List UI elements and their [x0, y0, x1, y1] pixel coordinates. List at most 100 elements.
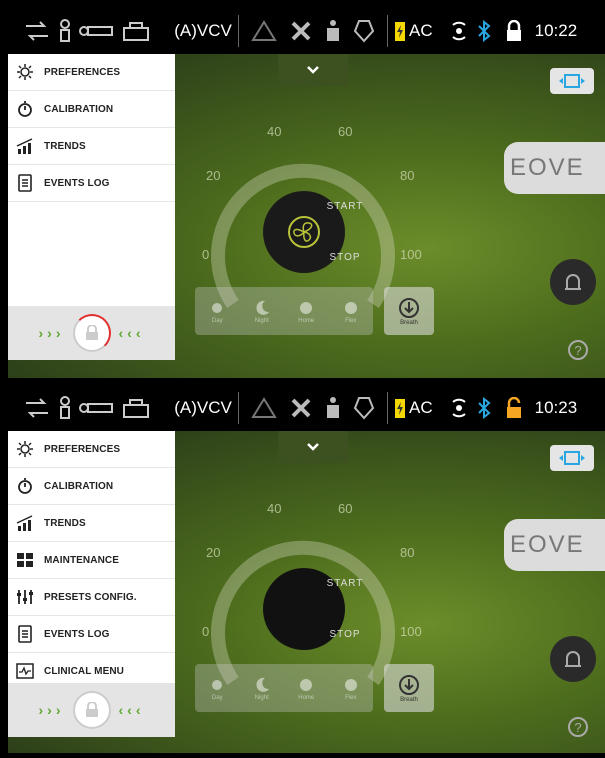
gear-icon [300, 302, 313, 314]
preset-home-button[interactable]: Home [287, 291, 325, 331]
sun-icon [16, 440, 34, 458]
menu-empty-area [8, 202, 175, 308]
menu-item-label: PREFERENCES [44, 443, 121, 455]
divider [238, 15, 239, 47]
dial-tick-0: 0 [202, 247, 210, 262]
breath-label: Breath [400, 697, 418, 703]
bell-icon [565, 651, 581, 667]
divider [387, 392, 388, 424]
dial-tick-0: 0 [202, 624, 210, 639]
screen-toggle-button[interactable] [550, 68, 594, 94]
dial-tick-80: 80 [400, 545, 415, 560]
alarm-silence-button[interactable] [550, 259, 596, 305]
help-button[interactable]: ? [568, 340, 588, 360]
menu-item-maintenance[interactable]: MAINTENANCE [8, 542, 175, 579]
sun-icon [16, 63, 34, 81]
tube-icon [79, 26, 113, 36]
lock-handle[interactable] [72, 314, 111, 352]
log-icon [16, 625, 34, 643]
menu-item-trends[interactable]: TRENDS [8, 505, 175, 542]
ventilation-mode: (A)VCV [174, 21, 232, 40]
manual-breath-button[interactable]: Breath [384, 664, 434, 712]
alarm-silence-button[interactable] [550, 636, 596, 682]
side-menu: PREFERENCES CALIBRATION TRENDS MAINTENAN… [8, 431, 175, 690]
preset-label: Day [211, 695, 223, 701]
side-menu: PREFERENCES CALIBRATION TRENDS EVENTS LO… [8, 54, 175, 308]
manual-breath-button[interactable]: Breath [384, 287, 434, 335]
lock-icon[interactable] [505, 20, 523, 42]
mask-icon [353, 397, 375, 420]
menu-item-label: PREFERENCES [44, 66, 121, 78]
humidifier-icon [123, 399, 149, 418]
status-device-icons [8, 396, 174, 420]
clock: 10:22 [534, 21, 578, 40]
main-view: 0 20 40 60 80 100 START STOP Day Night H… [8, 431, 605, 753]
preset-day-button[interactable]: Day [198, 668, 236, 708]
battery-icon [395, 22, 405, 41]
gear-icon [344, 679, 357, 691]
timer-icon [16, 100, 34, 118]
menu-toggle-button[interactable] [278, 431, 348, 463]
unlock-icon[interactable] [505, 397, 523, 419]
chevron-down-icon [307, 66, 319, 74]
breath-icon [399, 298, 419, 318]
menu-item-calibration[interactable]: CALIBRATION [8, 91, 175, 128]
menu-item-events-log[interactable]: EVENTS LOG [8, 165, 175, 202]
brand-logo: EOVE [504, 519, 605, 571]
circuit-swap-icon [26, 398, 48, 418]
screen-lock-slider[interactable]: ››› ‹‹‹ [8, 683, 175, 737]
dial-tick-100: 100 [400, 624, 422, 639]
preset-label: Night [254, 695, 269, 701]
divider [387, 15, 388, 47]
chevrons-left-icon: ‹‹‹ [118, 325, 145, 341]
status-bar: (A)VCV AC 10:23 [8, 385, 605, 431]
menu-item-label: TRENDS [44, 140, 86, 152]
clock: 10:23 [534, 398, 578, 417]
fan-icon [288, 216, 320, 248]
display-icon [559, 451, 585, 465]
menu-item-presets-config[interactable]: PRESETS CONFIG. [8, 579, 175, 616]
power-label: AC [409, 21, 433, 40]
preset-flex-button[interactable]: Flex [332, 291, 370, 331]
menu-item-calibration[interactable]: CALIBRATION [8, 468, 175, 505]
alarm-triangle-icon [251, 397, 277, 418]
dial-tick-20: 20 [206, 545, 221, 560]
start-stop-button[interactable]: START STOP [263, 191, 362, 273]
lock-handle[interactable] [72, 691, 111, 729]
moon-icon [256, 677, 269, 692]
preset-day-button[interactable]: Day [198, 291, 236, 331]
menu-item-events-log[interactable]: EVENTS LOG [8, 616, 175, 653]
screen-lock-slider[interactable]: ››› ‹‹‹ [8, 306, 175, 360]
chevron-down-icon [307, 443, 319, 451]
menu-item-label: CALIBRATION [44, 103, 114, 115]
menu-item-label: CLINICAL MENU [44, 665, 125, 677]
sliders-icon [16, 588, 34, 606]
patient-icon [60, 19, 70, 42]
help-button[interactable]: ? [568, 717, 588, 737]
preset-home-button[interactable]: Home [287, 668, 325, 708]
menu-item-preferences[interactable]: PREFERENCES [8, 431, 175, 468]
padlock-icon [85, 702, 98, 717]
tools-icon [291, 21, 311, 41]
waveform-icon [16, 662, 34, 680]
power-label: AC [409, 398, 433, 417]
trends-icon [16, 137, 34, 155]
preset-night-button[interactable]: Night [243, 291, 281, 331]
preset-night-button[interactable]: Night [243, 668, 281, 708]
status-device-icons [8, 19, 174, 43]
start-stop-button[interactable]: START STOP [263, 568, 362, 650]
start-label: START [326, 201, 364, 212]
gear-icon [344, 302, 357, 314]
power-status: AC [394, 20, 433, 42]
bluetooth-icon [477, 20, 491, 42]
menu-item-trends[interactable]: TRENDS [8, 128, 175, 165]
menu-item-preferences[interactable]: PREFERENCES [8, 54, 175, 91]
preset-flex-button[interactable]: Flex [332, 668, 370, 708]
menu-toggle-button[interactable] [278, 54, 348, 86]
preset-label: Flex [345, 695, 357, 701]
maintenance-icon [16, 551, 34, 569]
stop-label: STOP [329, 629, 361, 640]
menu-item-label: CALIBRATION [44, 480, 114, 492]
screen-toggle-button[interactable] [550, 445, 594, 471]
breath-label: Breath [400, 320, 418, 326]
